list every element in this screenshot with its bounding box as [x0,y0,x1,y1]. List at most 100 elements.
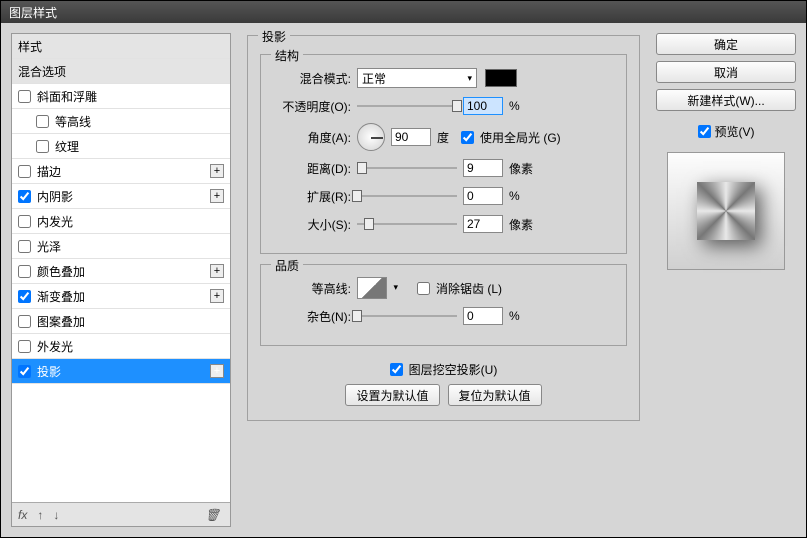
styles-header-label: 样式 [18,38,42,55]
blending-label: 混合选项 [18,63,66,80]
style-checkbox[interactable] [18,365,31,378]
contour-picker[interactable] [357,277,387,299]
new-style-button[interactable]: 新建样式(W)... [656,89,796,111]
style-label: 纹理 [55,138,79,155]
style-label: 描边 [37,163,61,180]
style-row-6[interactable]: 光泽 [12,234,230,259]
style-row-3[interactable]: 描边 + [12,159,230,184]
style-checkbox[interactable] [18,190,31,203]
ok-button[interactable]: 确定 [656,33,796,55]
style-label: 颜色叠加 [37,263,85,280]
style-row-8[interactable]: 渐变叠加 + [12,284,230,309]
layer-style-dialog: 图层样式 样式 混合选项 斜面和浮雕等高线纹理描边 + 内阴影 + 内发光光泽颜色叠加 +… [0,0,807,538]
quality-fieldset: 品质 等高线: 消除锯齿 (L) 杂色(N): 0 % [260,264,627,346]
style-checkbox[interactable] [18,215,31,228]
style-row-9[interactable]: 图案叠加 [12,309,230,334]
settings-panel: 投影 结构 混合模式: 正常 不透明度(O): 100 % [241,33,646,527]
blending-options[interactable]: 混合选项 [12,59,230,84]
preview-box [667,152,785,270]
move-down-icon[interactable]: ↓ [53,508,59,522]
noise-slider[interactable] [357,309,457,323]
style-row-11[interactable]: 投影+ [12,359,230,384]
trash-icon[interactable]: 🗑 [205,508,220,522]
knockout-checkbox[interactable] [390,363,403,376]
spread-unit: % [509,189,520,203]
size-slider[interactable] [357,217,457,231]
global-light-label: 使用全局光 (G) [480,129,561,146]
styles-header[interactable]: 样式 [12,34,230,59]
style-list: 样式 混合选项 斜面和浮雕等高线纹理描边 + 内阴影 + 内发光光泽颜色叠加 + 渐变叠加 +… [12,34,230,502]
style-row-5[interactable]: 内发光 [12,209,230,234]
knockout-label: 图层挖空投影(U) [409,361,498,378]
spread-slider[interactable] [357,189,457,203]
distance-label: 距离(D): [273,160,351,177]
antialias-label: 消除锯齿 (L) [436,280,502,297]
opacity-unit: % [509,99,520,113]
style-label: 外发光 [37,338,73,355]
angle-dial[interactable] [357,123,385,151]
noise-unit: % [509,309,520,323]
add-effect-icon[interactable]: + [210,164,224,178]
style-checkbox[interactable] [18,165,31,178]
style-label: 斜面和浮雕 [37,88,97,105]
shadow-color-swatch[interactable] [485,69,517,87]
style-label: 图案叠加 [37,313,85,330]
global-light-checkbox[interactable] [461,131,474,144]
preview-checkbox[interactable] [698,125,711,138]
antialias-checkbox[interactable] [417,282,430,295]
style-checkbox[interactable] [18,90,31,103]
style-row-2[interactable]: 纹理 [12,134,230,159]
style-checkbox[interactable] [18,265,31,278]
angle-label: 角度(A): [273,129,351,146]
size-unit: 像素 [509,216,533,233]
spread-input[interactable]: 0 [463,187,503,205]
contour-label: 等高线: [273,280,351,297]
style-row-4[interactable]: 内阴影 + [12,184,230,209]
move-up-icon[interactable]: ↑ [37,508,43,522]
add-effect-icon[interactable]: + [210,364,224,378]
add-effect-icon[interactable]: + [210,189,224,203]
structure-legend: 结构 [271,47,303,64]
noise-input[interactable]: 0 [463,307,503,325]
opacity-input[interactable]: 100 [463,97,503,115]
opacity-slider[interactable] [357,99,457,113]
distance-unit: 像素 [509,160,533,177]
angle-unit: 度 [437,129,449,146]
style-list-footer: fx ↑ ↓ 🗑 [12,502,230,526]
style-row-10[interactable]: 外发光 [12,334,230,359]
opacity-label: 不透明度(O): [273,98,351,115]
quality-legend: 品质 [271,257,303,274]
noise-label: 杂色(N): [273,308,351,325]
style-checkbox[interactable] [36,115,49,128]
size-input[interactable]: 27 [463,215,503,233]
fx-menu[interactable]: fx [18,508,27,522]
distance-slider[interactable] [357,161,457,175]
window-title: 图层样式 [9,6,57,20]
style-checkbox[interactable] [18,240,31,253]
style-checkbox[interactable] [18,315,31,328]
add-effect-icon[interactable]: + [210,289,224,303]
cancel-button[interactable]: 取消 [656,61,796,83]
drop-shadow-legend: 投影 [258,28,290,45]
style-row-7[interactable]: 颜色叠加 + [12,259,230,284]
style-row-1[interactable]: 等高线 [12,109,230,134]
style-checkbox[interactable] [36,140,49,153]
style-list-panel: 样式 混合选项 斜面和浮雕等高线纹理描边 + 内阴影 + 内发光光泽颜色叠加 + 渐变叠加 +… [11,33,231,527]
content-area: 样式 混合选项 斜面和浮雕等高线纹理描边 + 内阴影 + 内发光光泽颜色叠加 + 渐变叠加 +… [1,23,806,537]
spread-label: 扩展(R): [273,188,351,205]
reset-default-button[interactable]: 复位为默认值 [448,384,542,406]
style-checkbox[interactable] [18,340,31,353]
add-effect-icon[interactable]: + [210,264,224,278]
style-label: 渐变叠加 [37,288,85,305]
style-label: 等高线 [55,113,91,130]
angle-input[interactable]: 90 [391,128,431,146]
preview-label: 预览(V) [715,123,755,140]
style-checkbox[interactable] [18,290,31,303]
window-titlebar[interactable]: 图层样式 [1,1,806,23]
style-label: 内发光 [37,213,73,230]
set-default-button[interactable]: 设置为默认值 [345,384,439,406]
blend-mode-select[interactable]: 正常 [357,68,477,88]
style-row-0[interactable]: 斜面和浮雕 [12,84,230,109]
distance-input[interactable]: 9 [463,159,503,177]
style-label: 内阴影 [37,188,73,205]
